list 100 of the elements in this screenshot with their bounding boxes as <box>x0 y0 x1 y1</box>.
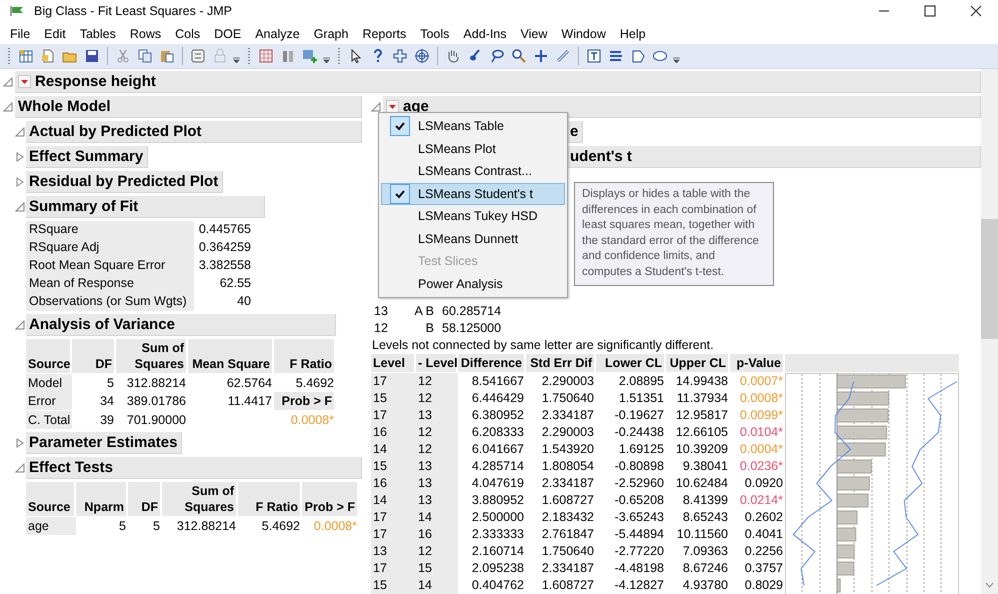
column-header: DF <box>72 339 116 374</box>
spreadsheet-icon[interactable] <box>18 48 34 64</box>
copy-icon[interactable] <box>137 48 153 64</box>
menu-item[interactable]: LSMeans Tukey HSD <box>381 205 565 228</box>
menu-item[interactable]: View <box>514 24 554 42</box>
outline-title: Response height <box>35 73 156 90</box>
table-cell-text: 0.364259 <box>198 239 251 256</box>
menu-item[interactable]: Tables <box>72 24 123 42</box>
menu-item[interactable]: LSMeans Table <box>381 115 565 138</box>
scrollbar[interactable] <box>981 69 998 594</box>
table-cell-text: 1.543920 <box>540 441 595 458</box>
caret-icon[interactable] <box>323 57 330 63</box>
clipboard-icon[interactable] <box>159 48 175 64</box>
expanded-triangle-icon[interactable] <box>15 127 25 137</box>
table-cell: 15 <box>371 390 416 407</box>
collapsed-triangle-icon[interactable] <box>15 177 25 187</box>
outline-header[interactable]: Actual by Predicted Plot <box>26 121 362 143</box>
tooltip: Displays or hides a table with the differences in each combination of least squares mean, together with the standard error of the difference and confidence limits, and computes a Student's t-test. <box>574 182 774 286</box>
table-cell: 12 <box>416 424 458 441</box>
text-box-icon[interactable] <box>586 48 602 64</box>
table-cell-text: 62.5764 <box>226 375 273 392</box>
table-cell: 13 <box>416 458 458 475</box>
menu-item[interactable]: File <box>3 24 38 42</box>
table-cell-text: 2.334187 <box>540 475 595 492</box>
cross-icon[interactable] <box>392 48 408 64</box>
ellipse-icon[interactable] <box>652 48 668 64</box>
table-cell-text: 2.290003 <box>540 424 595 441</box>
table-cell-text: -0.80898 <box>614 458 665 475</box>
menu-item[interactable]: Graph <box>306 24 356 42</box>
maximize-icon[interactable] <box>924 5 936 17</box>
table-cell-text: 2.334187 <box>540 407 595 424</box>
table-cell: 14 <box>416 509 458 526</box>
menu-item[interactable]: Cols <box>168 24 208 42</box>
outline-header[interactable]: e <box>567 121 584 143</box>
outline-header[interactable]: Whole Model <box>15 96 362 118</box>
column-header: Mean Square <box>188 339 274 374</box>
menu-item[interactable]: Rows <box>122 24 168 42</box>
expanded-triangle-icon[interactable] <box>15 463 25 473</box>
outline-header[interactable]: Effect Summary <box>26 146 148 168</box>
table-cell-text: 4.047619 <box>470 475 525 492</box>
outline-header[interactable]: Residual by Predicted Plot <box>26 171 224 193</box>
columns-icon[interactable] <box>280 48 296 64</box>
table-cell: Root Mean Square Error <box>26 257 194 275</box>
table-cell-text: 1.51351 <box>618 390 665 407</box>
column-header: - Level <box>416 354 458 373</box>
table-cell-text: 0.0008* <box>738 390 784 407</box>
table-cell: 15 <box>416 560 458 577</box>
table-cell: 17 <box>371 407 416 424</box>
magnifier-icon[interactable] <box>511 48 527 64</box>
menu-item[interactable]: Edit <box>37 24 73 42</box>
caret-icon[interactable] <box>673 57 680 63</box>
collapsed-triangle-icon[interactable] <box>15 152 25 162</box>
target-icon[interactable] <box>414 48 430 64</box>
outline-header[interactable]: Summary of Fit <box>26 196 265 218</box>
table-cell-text: 0.2602 <box>744 509 784 526</box>
table-cell-text: B <box>424 320 434 337</box>
column-header: Source <box>26 339 72 374</box>
table-cell-text: 62.55 <box>218 275 251 292</box>
menu-item[interactable]: Tools <box>413 24 456 42</box>
menu-item[interactable]: LSMeans Plot <box>381 138 565 160</box>
lasso-icon[interactable] <box>489 48 505 64</box>
menu-item[interactable]: LSMeans Dunnett <box>381 228 565 250</box>
menu-item[interactable]: LSMeans Student's t <box>381 182 565 205</box>
plus-icon[interactable] <box>533 48 549 64</box>
menu-item[interactable]: DOE <box>207 24 248 42</box>
column-header: p-Value <box>730 354 785 373</box>
expanded-triangle-icon[interactable] <box>15 202 25 212</box>
close-icon[interactable] <box>970 5 982 17</box>
scroll-down-icon[interactable] <box>985 582 994 588</box>
document-icon[interactable] <box>40 48 56 64</box>
dropdown-button[interactable] <box>386 100 399 113</box>
scroll-thumb[interactable] <box>981 219 998 339</box>
expanded-triangle-icon[interactable] <box>3 77 13 87</box>
menu-item[interactable]: Analyze <box>248 24 307 42</box>
table-cell: 14 <box>371 441 416 458</box>
menu-item[interactable]: LSMeans Contrast... <box>381 160 565 182</box>
lines-icon[interactable] <box>608 48 624 64</box>
outline-header[interactable]: Analysis of Variance <box>26 314 336 336</box>
menu-item[interactable]: Window <box>554 24 613 42</box>
outline-header[interactable]: udent's t <box>567 146 981 168</box>
column-header: Sum of Squares <box>162 482 238 517</box>
polygon-icon[interactable] <box>630 48 646 64</box>
table-cell: 12 <box>416 543 458 560</box>
menu-item[interactable]: Help <box>612 24 653 42</box>
expanded-triangle-icon[interactable] <box>15 320 25 330</box>
expanded-triangle-icon[interactable] <box>371 102 381 112</box>
menu-item[interactable]: Add-Ins <box>456 24 514 42</box>
outline-header[interactable]: Effect Tests <box>26 457 362 479</box>
table-cell-text: 2.160714 <box>470 543 525 560</box>
table-cell-text: 8.67246 <box>682 560 729 577</box>
dropdown-button[interactable] <box>18 75 31 88</box>
collapsed-triangle-icon[interactable] <box>15 438 25 448</box>
table-cell-text: 0.0008* <box>290 412 335 429</box>
grid-icon[interactable] <box>258 48 274 64</box>
menu-item[interactable]: Power Analysis <box>381 272 565 295</box>
menu-item[interactable]: Reports <box>355 24 414 42</box>
outline-header[interactable]: Parameter Estimates <box>26 432 182 454</box>
expanded-triangle-icon[interactable] <box>3 102 13 112</box>
caret-icon[interactable] <box>233 57 240 63</box>
add-chart-icon[interactable] <box>302 48 318 64</box>
